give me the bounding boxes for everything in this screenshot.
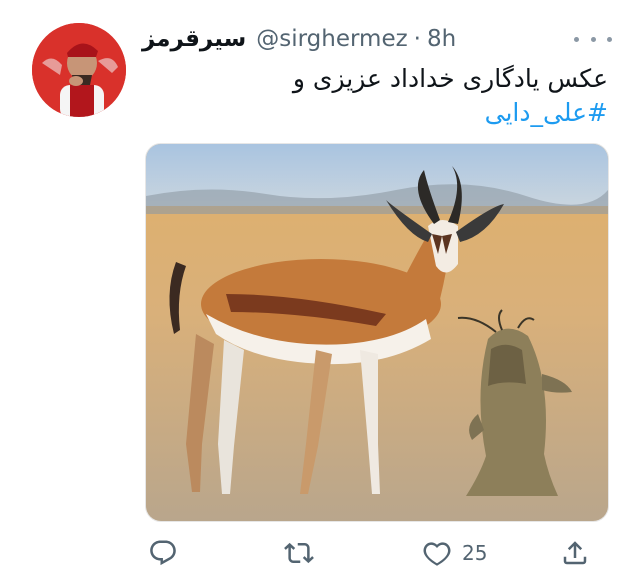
- reply-icon: [150, 540, 176, 566]
- avatar-image: [32, 23, 126, 117]
- more-dot: [607, 36, 612, 42]
- retweet-icon: [284, 542, 314, 564]
- share-button[interactable]: [560, 533, 590, 573]
- separator-dot: ·: [413, 26, 421, 52]
- more-options-button[interactable]: [574, 28, 612, 50]
- more-dot: [590, 36, 596, 42]
- share-icon: [563, 541, 587, 565]
- tweet-text: عکس یادگاری خداداد عزیزی و #علی_دایی: [148, 62, 608, 130]
- like-button[interactable]: 25: [422, 533, 487, 573]
- tweet-text-line: عکس یادگاری خداداد عزیزی و: [292, 64, 608, 93]
- more-horizontal-icon: [574, 36, 579, 42]
- tweet-media[interactable]: [145, 143, 609, 522]
- hashtag-link[interactable]: #علی_دایی: [148, 96, 608, 130]
- retweet-button[interactable]: [284, 533, 314, 573]
- reply-button[interactable]: [148, 533, 178, 573]
- media-photo: [146, 144, 608, 521]
- avatar[interactable]: [32, 23, 126, 117]
- timestamp[interactable]: 8h: [427, 26, 456, 52]
- heart-icon: [423, 542, 451, 566]
- tweet-actions: 25: [140, 533, 610, 573]
- display-name[interactable]: سیرقرمز: [142, 26, 246, 52]
- user-handle[interactable]: @sirghermez: [256, 26, 407, 52]
- tweet-header: سیرقرمز @sirghermez · 8h: [142, 22, 612, 56]
- like-count: 25: [462, 541, 488, 565]
